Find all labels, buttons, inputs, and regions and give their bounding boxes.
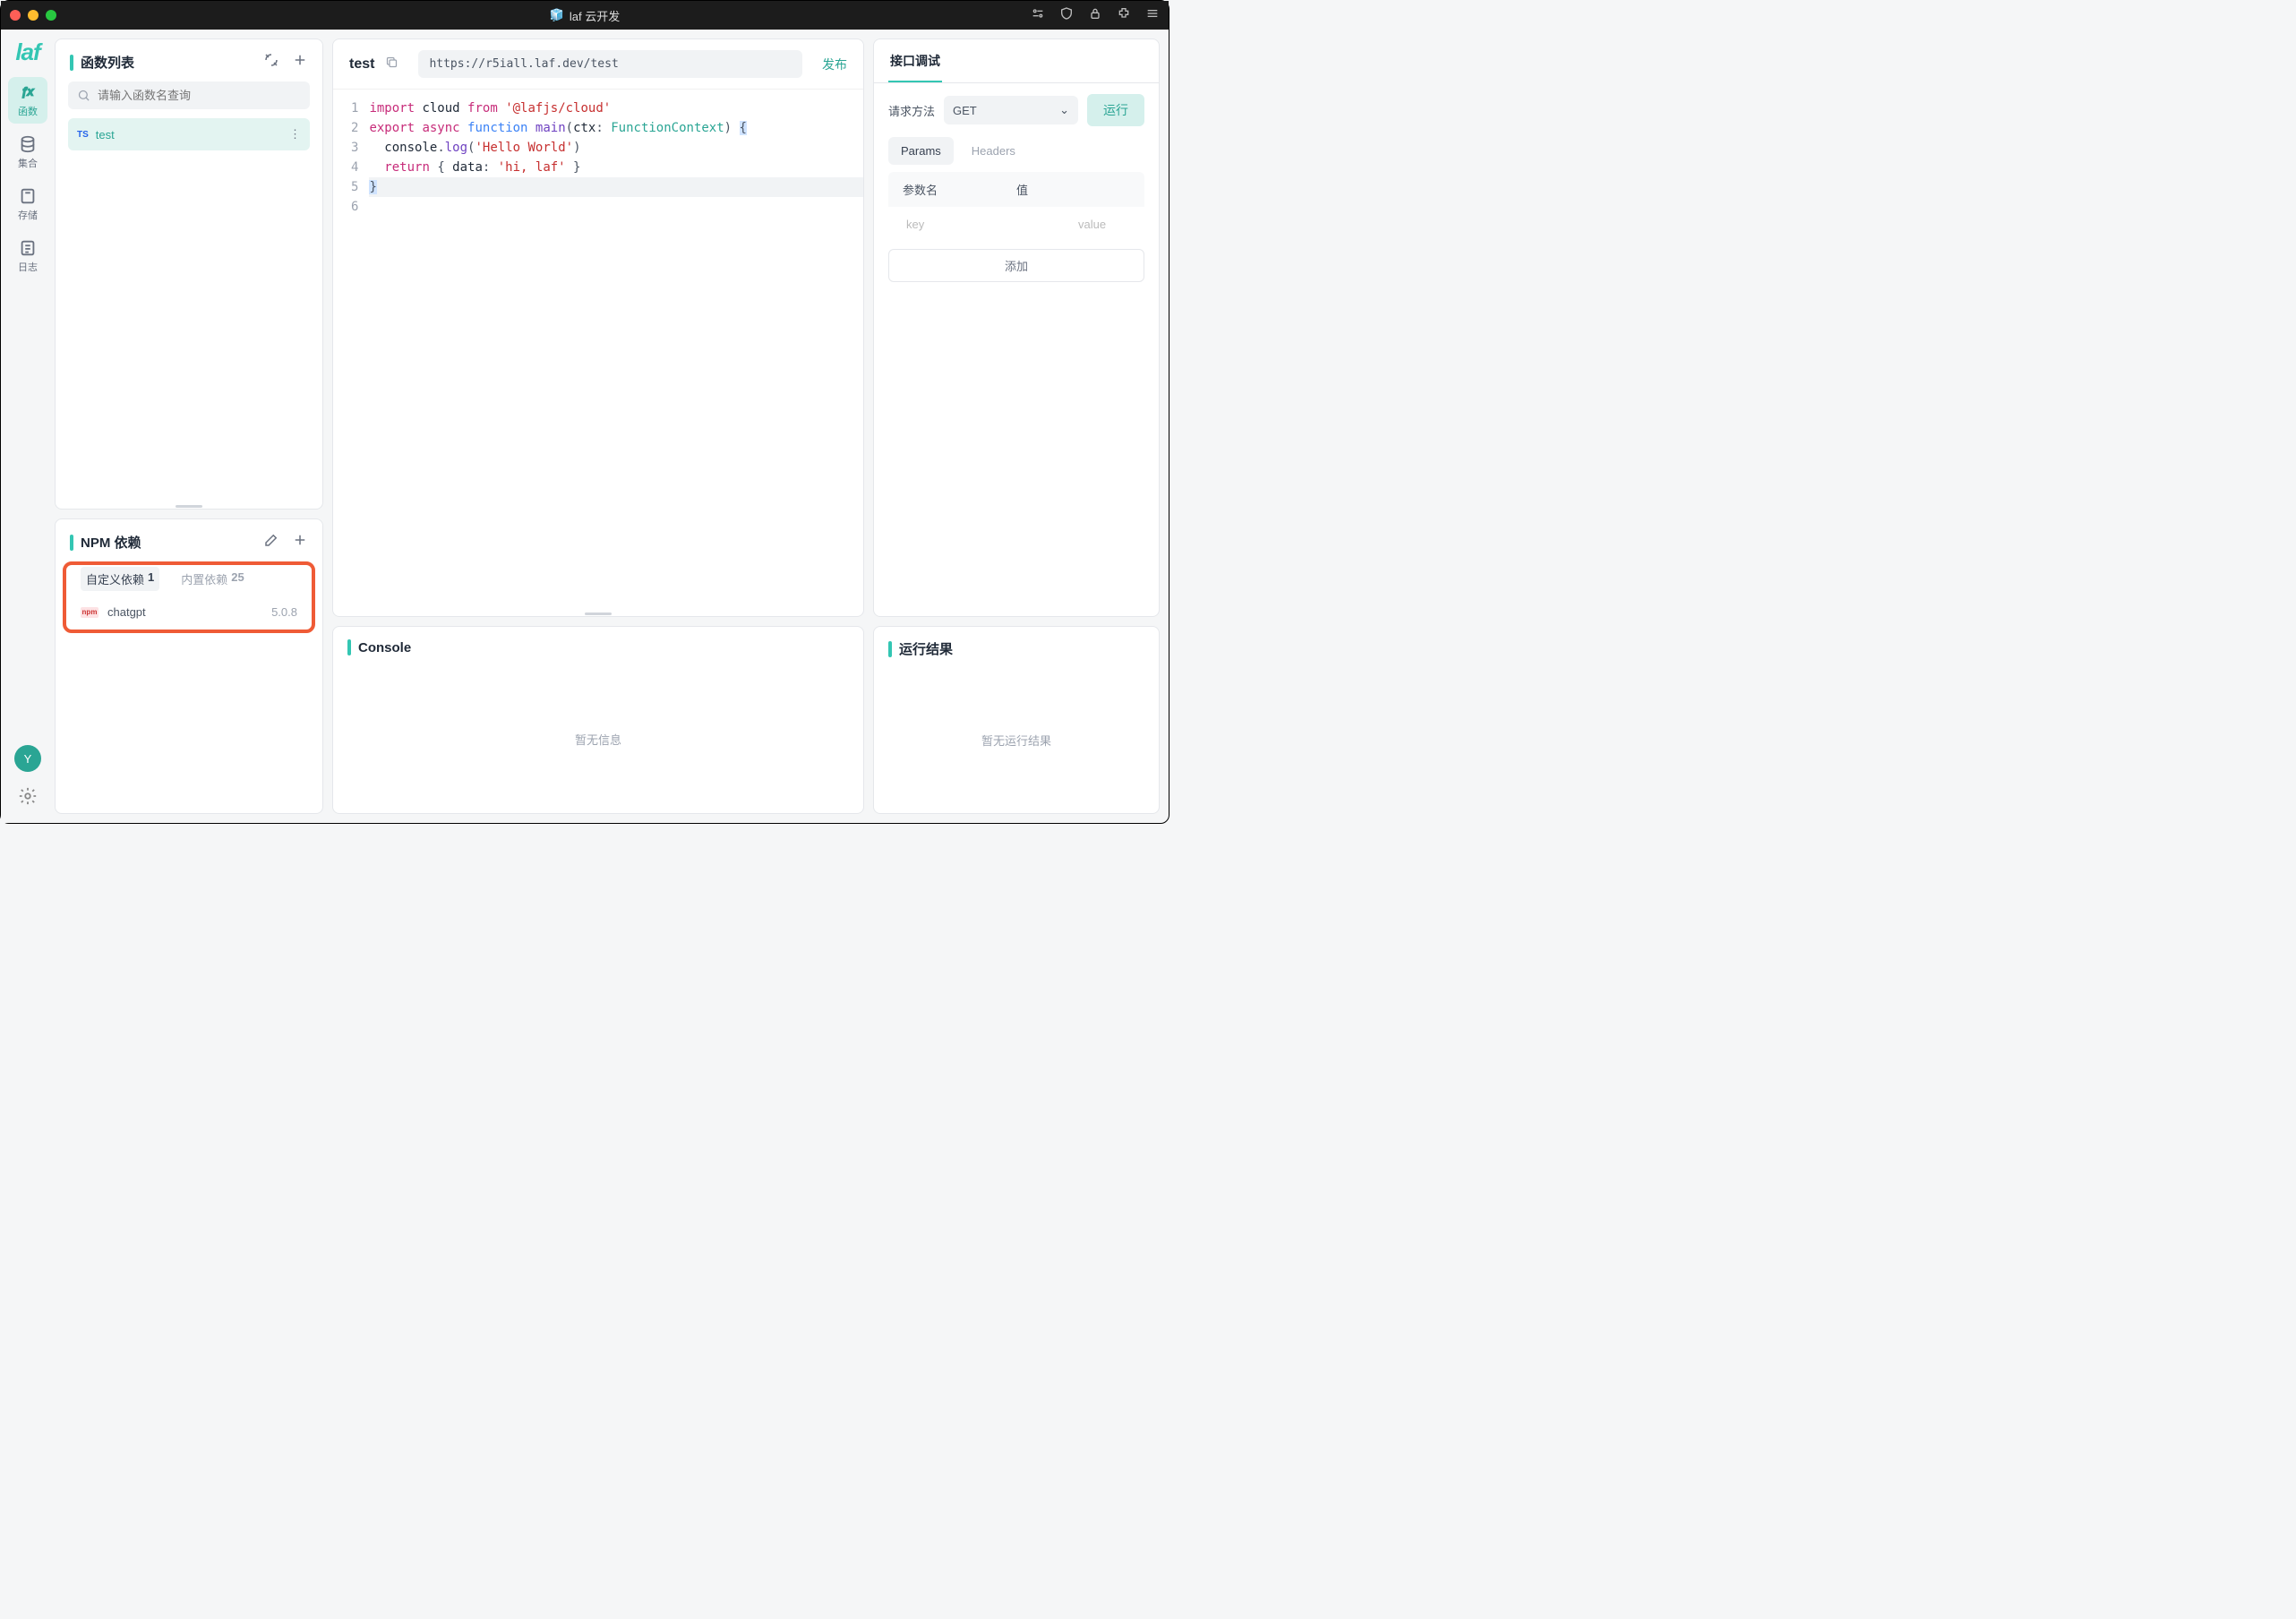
chevron-down-icon: ⌄ [1059,103,1069,117]
tune-icon[interactable] [1031,6,1045,25]
settings-icon[interactable] [18,786,38,810]
close-window-button[interactable] [10,10,21,21]
search-icon [77,89,90,102]
method-label: 请求方法 [888,102,935,119]
param-row: ✕ [888,207,1144,242]
editor-panel: test https://r5iall.laf.dev/test 发布 1234… [332,39,864,617]
refresh-icon[interactable] [263,52,279,73]
tab-api-debug[interactable]: 接口调试 [888,39,942,82]
result-empty: 暂无运行结果 [874,667,1159,813]
dependency-row[interactable]: npm chatgpt 5.0.8 [66,598,312,626]
tab-headers[interactable]: Headers [959,137,1028,165]
function-more-icon[interactable]: ⋮ [289,127,301,141]
method-select[interactable]: GET ⌄ [944,96,1078,124]
debug-panel: 接口调试 请求方法 GET ⌄ 运行 Params Headers 参数名 值 [873,39,1160,617]
function-name: test [96,128,115,141]
rail-item-logs[interactable]: 日志 [8,233,47,279]
menu-icon[interactable] [1145,6,1160,25]
rail-item-collections[interactable]: 集合 [8,129,47,176]
maximize-window-button[interactable] [46,10,56,21]
nav-rail: laf ƒx 函数 集合 存储 日志 Y [1,30,55,823]
editor-resize-handle[interactable] [333,611,863,616]
param-value-input[interactable] [1075,212,1160,236]
window-title: 🧊 laf 云开发 [550,7,621,24]
param-table-header: 参数名 值 [888,172,1144,207]
highlighted-region: 自定义依赖 1 内置依赖 25 npm chatgpt 5.0.8 [63,561,315,633]
dependency-name: chatgpt [107,605,146,619]
ts-badge: TS [77,130,89,140]
console-title: Console [358,640,849,655]
add-param-button[interactable]: 添加 [888,249,1144,282]
console-empty: 暂无信息 [333,664,863,813]
copy-name-icon[interactable] [385,56,398,73]
npm-panel: NPM 依赖 自定义依赖 1 内置依赖 25 [55,518,323,814]
add-function-icon[interactable] [292,52,308,73]
vertical-resize-handle[interactable] [56,503,322,509]
function-search-input[interactable] [98,89,301,102]
user-avatar[interactable]: Y [14,745,41,772]
traffic-lights [10,10,56,21]
result-panel: 运行结果 暂无运行结果 [873,626,1160,814]
functions-title: 函数列表 [81,53,256,72]
editor-function-name: test [349,56,374,73]
npm-icon: npm [81,607,99,618]
param-key-input[interactable] [903,212,1067,236]
function-item-test[interactable]: TS test ⋮ [68,118,310,150]
tab-custom-deps[interactable]: 自定义依赖 1 [81,567,159,591]
console-panel: Console 暂无信息 [332,626,864,814]
function-url[interactable]: https://r5iall.laf.dev/test [418,50,802,78]
function-search[interactable] [68,81,310,109]
publish-button[interactable]: 发布 [822,56,847,73]
result-title: 运行结果 [899,639,1144,658]
lock-icon[interactable] [1088,6,1102,25]
dependency-version: 5.0.8 [271,605,297,619]
svg-text:ƒx: ƒx [21,85,34,99]
add-dependency-icon[interactable] [292,532,308,553]
logo: laf [15,39,39,66]
minimize-window-button[interactable] [28,10,39,21]
code-editor[interactable]: 123456 import cloud from '@lafjs/cloud'e… [333,90,863,226]
rail-item-functions[interactable]: ƒx 函数 [8,77,47,124]
rail-item-storage[interactable]: 存储 [8,181,47,227]
tab-builtin-deps[interactable]: 内置依赖 25 [176,567,249,591]
tab-params[interactable]: Params [888,137,954,165]
npm-title: NPM 依赖 [81,533,256,552]
functions-panel: 函数列表 TS test ⋮ [55,39,323,510]
run-button[interactable]: 运行 [1087,94,1144,126]
edit-icon[interactable] [263,532,279,553]
window-titlebar: 🧊 laf 云开发 [1,1,1169,30]
shield-icon[interactable] [1059,6,1074,25]
extension-icon[interactable] [1117,6,1131,25]
app-icon: 🧊 [550,8,564,22]
